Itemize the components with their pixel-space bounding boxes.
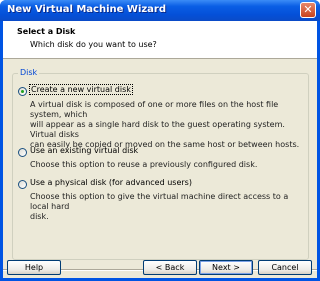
wizard-header: Select a Disk Which disk do you want to … — [3, 21, 317, 59]
use-physical-disk-desc-line-2: disk. — [30, 212, 49, 221]
create-new-disk-desc-line-2: will appear as a single hard disk to the… — [30, 120, 285, 139]
use-existing-disk-desc-line-1: Choose this option to reuse a previously… — [30, 160, 258, 169]
disk-groupbox: Disk Create a new virtual disk A virtual… — [12, 68, 309, 260]
use-physical-disk-label[interactable]: Use a physical disk (for advanced users) — [30, 178, 192, 187]
next-button[interactable]: Next > — [199, 260, 253, 275]
wizard-client-area: Select a Disk Which disk do you want to … — [3, 21, 317, 278]
use-physical-disk-description: Choose this option to give the virtual m… — [30, 192, 300, 222]
use-physical-disk-desc-line-1: Choose this option to give the virtual m… — [30, 192, 289, 211]
disk-group-legend: Disk — [18, 68, 40, 77]
page-title: Select a Disk — [17, 27, 76, 36]
create-new-disk-desc-line-1: A virtual disk is composed of one or mor… — [30, 100, 279, 119]
back-button[interactable]: < Back — [143, 260, 197, 275]
title-bar[interactable]: New Virtual Machine Wizard ✕ — [0, 0, 320, 21]
use-existing-disk-radio[interactable] — [18, 148, 27, 157]
create-new-disk-description: A virtual disk is composed of one or mor… — [30, 100, 300, 150]
use-existing-disk-description: Choose this option to reuse a previously… — [30, 160, 300, 170]
close-button[interactable]: ✕ — [300, 2, 316, 18]
use-physical-disk-radio[interactable] — [18, 180, 27, 189]
page-subtitle: Which disk do you want to use? — [30, 40, 157, 49]
wizard-window: New Virtual Machine Wizard ✕ Select a Di… — [0, 0, 320, 281]
cancel-button[interactable]: Cancel — [258, 260, 312, 275]
create-new-disk-radio[interactable] — [18, 87, 27, 96]
window-title: New Virtual Machine Wizard — [7, 4, 167, 15]
create-new-disk-label[interactable]: Create a new virtual disk — [29, 84, 133, 95]
use-existing-disk-label[interactable]: Use an existing virtual disk — [30, 146, 138, 155]
help-button[interactable]: Help — [7, 260, 61, 275]
